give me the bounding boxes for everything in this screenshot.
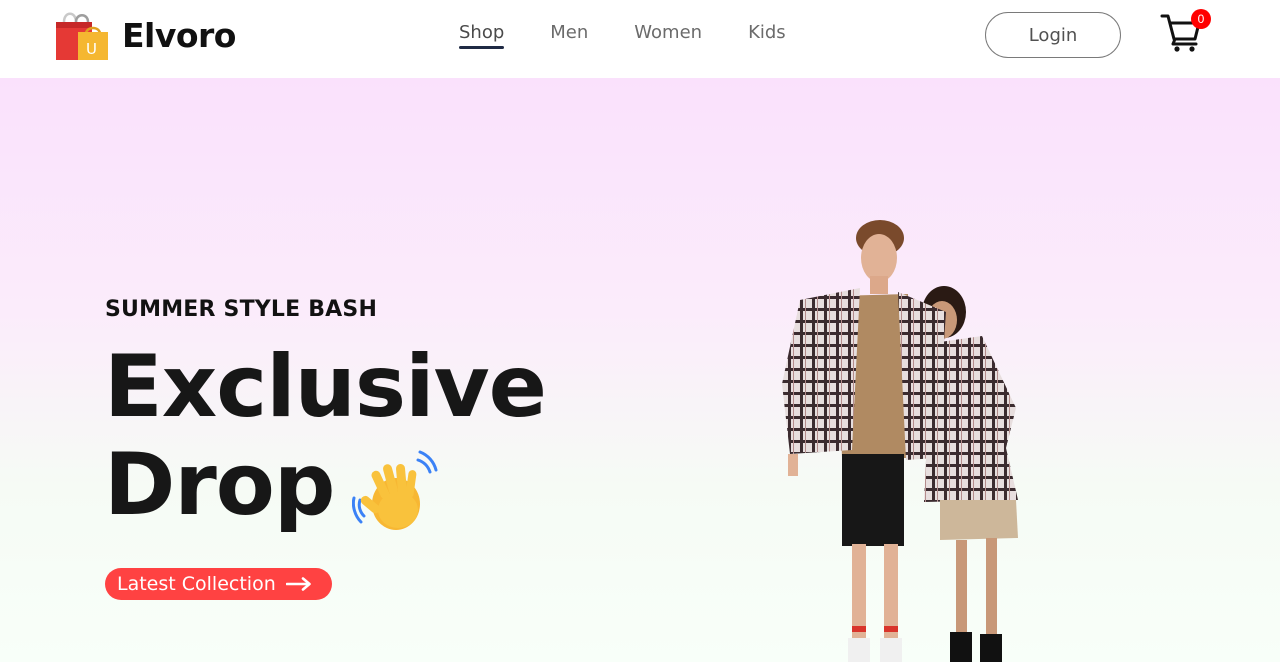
nav-item-shop[interactable]: Shop — [459, 22, 505, 49]
nav-item-women[interactable]: Women — [634, 22, 702, 47]
nav-menu: Shop Men Women Kids — [459, 22, 786, 49]
nav-item-men[interactable]: Men — [550, 22, 588, 47]
navbar: U Elvoro Shop Men Women Kids Login 0 — [0, 0, 1280, 78]
nav-item-kids[interactable]: Kids — [748, 22, 786, 47]
cart-button[interactable]: 0 — [1160, 9, 1211, 52]
cta-label: Latest Collection — [117, 573, 276, 595]
headline-line-2: Drop — [104, 435, 335, 535]
brand-name: Elvoro — [122, 15, 236, 55]
headline-line-1: Exclusive — [104, 337, 547, 437]
logo[interactable]: U Elvoro — [54, 8, 236, 62]
hero-headline: Exclusive Drop — [104, 337, 547, 535]
shopping-bags-icon: U — [56, 12, 108, 60]
hero-section: SUMMER STYLE BASH Exclusive Drop Latest … — [0, 78, 1280, 662]
svg-text:U: U — [86, 40, 97, 58]
models-in-plaid-shirts-image — [782, 220, 1018, 662]
arrow-right-icon — [285, 577, 311, 591]
latest-collection-button[interactable]: Latest Collection — [105, 568, 332, 600]
waving-hand-icon — [352, 450, 438, 530]
hero-eyebrow: SUMMER STYLE BASH — [105, 297, 378, 322]
cart-count-badge: 0 — [1191, 9, 1211, 29]
login-button[interactable]: Login — [985, 12, 1121, 58]
